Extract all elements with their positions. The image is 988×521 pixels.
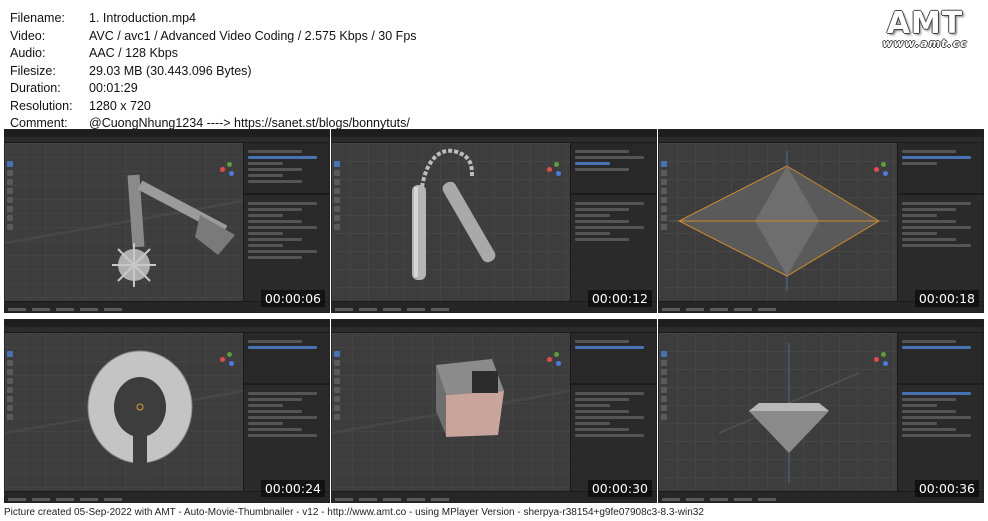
thumbnail-3[interactable]: 00:00:18 (658, 129, 984, 313)
timestamp: 00:00:18 (914, 290, 979, 307)
info-resolution: Resolution: 1280 x 720 (10, 98, 151, 113)
viewport-3d (659, 143, 897, 301)
toolbar (334, 351, 340, 423)
info-video: Video: AVC / avc1 / Advanced Video Coding… (10, 28, 417, 43)
info-duration: Duration: 00:01:29 (10, 81, 138, 95)
viewport-3d (332, 333, 570, 491)
timestamp: 00:00:30 (587, 480, 652, 497)
timestamp: 00:00:36 (914, 480, 979, 497)
footer-credit: Picture created 05-Sep-2022 with AMT - A… (4, 507, 704, 518)
timestamp: 00:00:12 (587, 290, 652, 307)
thumbnail-2[interactable]: 00:00:12 (331, 129, 657, 313)
amt-logo: AMT www.amt.cc (870, 6, 980, 50)
toolbar (7, 161, 13, 233)
side-panels (570, 333, 656, 491)
info-audio: Audio: AAC / 128 Kbps (10, 46, 178, 60)
axis-gizmo[interactable] (873, 161, 891, 179)
window-titlebar (5, 320, 329, 327)
cone-model (719, 343, 859, 483)
info-filename: Filename: 1. Introduction.mp4 (10, 11, 197, 25)
double-pyramid-model (669, 151, 889, 291)
timestamp: 00:00:24 (260, 480, 325, 497)
axis-gizmo[interactable] (546, 351, 564, 369)
logo-main-text: AMT (886, 6, 964, 41)
window-titlebar (332, 320, 656, 327)
thumbnail-4[interactable]: 00:00:24 (4, 319, 330, 503)
toolbar (661, 351, 667, 423)
axis-gizmo[interactable] (219, 161, 237, 179)
info-filesize: Filesize: 29.03 MB (30.443.096 Bytes) (10, 63, 252, 78)
viewport-3d (659, 333, 897, 491)
side-panels (897, 333, 983, 491)
axis-gizmo[interactable] (546, 161, 564, 179)
viewport-3d (5, 143, 243, 301)
side-panels (897, 143, 983, 301)
thumbnail-5[interactable]: 00:00:30 (331, 319, 657, 503)
side-panels (243, 333, 329, 491)
axis-gizmo[interactable] (873, 351, 891, 369)
viewport-3d (5, 333, 243, 491)
window-titlebar (659, 130, 983, 137)
side-panels (570, 143, 656, 301)
toolbar (661, 161, 667, 233)
timestamp: 00:00:06 (260, 290, 325, 307)
toolbar (7, 351, 13, 423)
logo-url-text: www.amt.cc (882, 37, 968, 50)
side-panels (243, 143, 329, 301)
torus-model (87, 350, 193, 487)
viewport-3d (332, 143, 570, 301)
mace-model (112, 174, 235, 287)
thumbnail-1[interactable]: 00:00:06 (4, 129, 330, 313)
thumbnail-6[interactable]: 00:00:36 (658, 319, 984, 503)
toolbar (334, 161, 340, 233)
cube-model (436, 359, 504, 437)
axis-gizmo[interactable] (219, 351, 237, 369)
window-titlebar (332, 130, 656, 137)
file-info: Filename: 1. Introduction.mp4 Video: AVC /… (10, 10, 417, 133)
nunchaku-model (412, 148, 496, 280)
window-titlebar (659, 320, 983, 327)
window-titlebar (5, 130, 329, 137)
